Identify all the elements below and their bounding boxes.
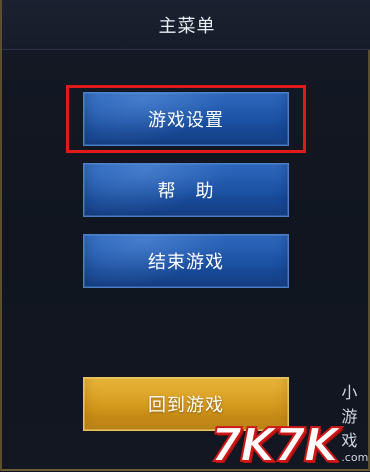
quit-game-label: 结束游戏: [148, 252, 224, 273]
menu-header: 主菜单: [2, 0, 370, 50]
watermark-url: .com: [341, 451, 369, 464]
menu-panel: 主菜单 游戏设置 帮 助 结束游戏 回到游戏 7K7K 小游戏 .com: [0, 0, 370, 471]
page-title: 主菜单: [158, 15, 216, 37]
watermark-subtitle: 小游戏: [341, 383, 359, 450]
watermark-logo: 7K7K: [209, 418, 340, 472]
help-button[interactable]: 帮 助: [83, 163, 289, 217]
watermark: 7K7K 小游戏 .com: [209, 383, 368, 472]
game-settings-button[interactable]: 游戏设置: [83, 92, 289, 146]
quit-game-button[interactable]: 结束游戏: [83, 234, 289, 288]
watermark-subtext: 小游戏 .com: [341, 379, 368, 464]
help-label: 帮 助: [157, 181, 215, 202]
game-settings-label: 游戏设置: [148, 110, 224, 131]
